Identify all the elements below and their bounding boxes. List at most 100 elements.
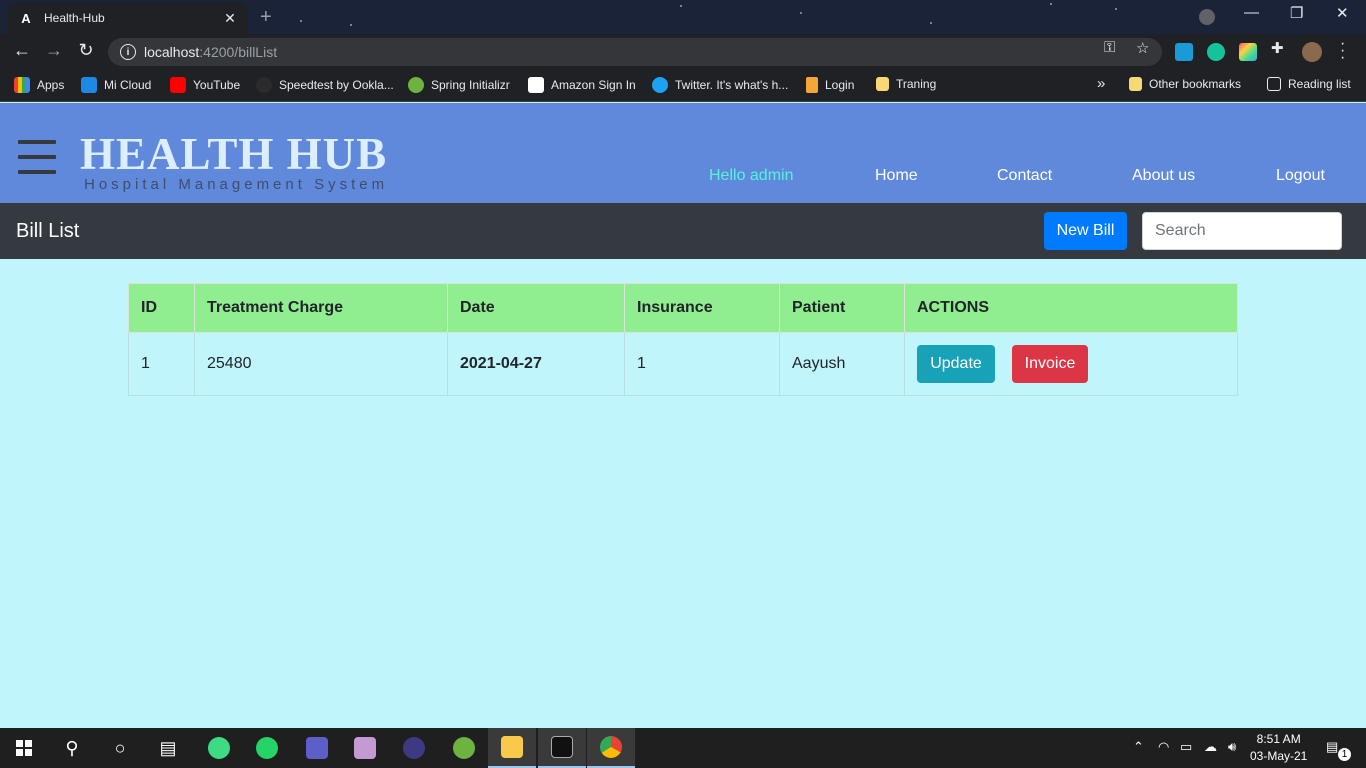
bookmark-youtube[interactable]: YouTube <box>170 77 240 93</box>
url-path: :4200/billList <box>199 44 278 60</box>
bookmark-spring-initializr[interactable]: Spring Initializr <box>408 77 510 93</box>
chrome-icon[interactable] <box>587 728 635 768</box>
folder-icon <box>1129 77 1142 91</box>
update-button[interactable]: Update <box>917 345 995 383</box>
amazon-icon <box>528 77 544 93</box>
forward-icon[interactable]: → <box>42 40 66 61</box>
new-tab-icon[interactable]: + <box>260 6 272 29</box>
greeting-text: Hello admin <box>709 167 794 184</box>
onenote-icon[interactable] <box>341 728 389 768</box>
nav-contact-link[interactable]: Contact <box>997 167 1052 185</box>
wifi-icon[interactable]: ◠ <box>1158 739 1169 755</box>
speedtest-icon <box>256 77 272 93</box>
bookmark-label: Speedtest by Ookla... <box>279 78 394 92</box>
bookmarks-bar: Apps Mi Cloud YouTube Speedtest by Ookla… <box>0 70 1366 102</box>
onedrive-cloud-icon[interactable]: ☁ <box>1204 739 1217 755</box>
bookmark-other-bookmarks[interactable]: Other bookmarks <box>1129 77 1241 91</box>
bookmarks-overflow-button[interactable]: » <box>1097 75 1105 92</box>
new-bill-button[interactable]: New Bill <box>1044 212 1127 250</box>
teams-icon[interactable] <box>293 728 341 768</box>
browser-tab[interactable]: A Health-Hub ✕ <box>8 2 248 34</box>
key-icon[interactable]: ⚿ <box>1104 39 1115 56</box>
color-picker-extension-icon[interactable] <box>1239 43 1257 61</box>
angular-favicon-icon: A <box>21 10 31 26</box>
bookmark-twitter[interactable]: Twitter. It's what's h... <box>652 77 788 93</box>
avatar[interactable] <box>1302 42 1322 62</box>
app-header: HEALTH HUB Hospital Management System He… <box>0 103 1366 203</box>
notification-count-badge: 1 <box>1338 748 1351 761</box>
close-tab-icon[interactable]: ✕ <box>222 10 238 27</box>
notifications-icon[interactable]: ▤ <box>1326 739 1338 755</box>
address-bar[interactable]: i localhost:4200/billList <box>108 38 1162 66</box>
url-host: localhost <box>144 44 200 60</box>
bookmark-apps[interactable]: Apps <box>14 77 64 93</box>
mi-cloud-icon <box>81 77 97 93</box>
column-header-actions: ACTIONS <box>904 283 1238 333</box>
restore-icon[interactable]: ❐ <box>1290 4 1303 22</box>
clock-time: 8:51 AM <box>1256 732 1301 746</box>
bookmark-label: YouTube <box>193 78 241 92</box>
eclipse-icon[interactable] <box>390 728 438 768</box>
extensions-puzzle-icon[interactable]: ✚ <box>1271 39 1284 57</box>
close-window-icon[interactable]: ✕ <box>1336 4 1349 22</box>
windows-start-icon[interactable] <box>0 728 48 768</box>
spring-tools-icon[interactable] <box>440 728 488 768</box>
task-view-icon[interactable]: ▤ <box>144 728 192 768</box>
column-header-date: Date <box>447 283 625 333</box>
cell-treatment-charge: 25480 <box>194 332 448 396</box>
bookmark-label: Twitter. It's what's h... <box>675 78 789 92</box>
tab-title: Health-Hub <box>44 11 105 25</box>
system-clock[interactable]: 8:51 AM 03-May-21 <box>1250 731 1307 765</box>
reading-list-button[interactable]: Reading list <box>1267 77 1351 91</box>
login-icon <box>806 77 818 93</box>
bookmark-label: Other bookmarks <box>1149 77 1242 91</box>
cell-actions: Update Invoice <box>904 332 1238 396</box>
brand-subtitle: Hospital Management System <box>84 176 389 193</box>
profile-dropdown-icon[interactable] <box>1199 9 1215 25</box>
volume-icon[interactable]: 🔊︎ <box>1228 739 1236 755</box>
bookmark-star-icon[interactable]: ☆ <box>1136 39 1149 57</box>
file-explorer-icon[interactable] <box>488 728 536 768</box>
nav-logout-link[interactable]: Logout <box>1276 167 1325 185</box>
brand-logo[interactable]: HEALTH HUB Hospital Management System <box>80 131 388 193</box>
browser-tab-strip: A Health-Hub ✕ + — ❐ ✕ <box>0 0 1366 34</box>
clock-date: 03-May-21 <box>1250 749 1308 763</box>
column-header-treatment-charge: Treatment Charge <box>194 283 448 333</box>
skype-extension-icon[interactable] <box>1175 43 1193 61</box>
more-menu-icon[interactable]: · · · <box>1340 36 1345 66</box>
back-icon[interactable]: ← <box>10 40 34 61</box>
show-hidden-icons-icon[interactable]: ⌃ <box>1133 739 1144 755</box>
column-header-patient: Patient <box>779 283 905 333</box>
bookmark-speedtest[interactable]: Speedtest by Ookla... <box>256 77 394 93</box>
whatsapp-icon[interactable] <box>243 728 291 768</box>
grammarly-extension-icon[interactable] <box>1207 43 1225 61</box>
bookmark-traning[interactable]: Traning <box>876 77 936 91</box>
column-header-insurance: Insurance <box>624 283 780 333</box>
bookmark-label: Apps <box>37 78 65 92</box>
battery-icon[interactable]: ▭ <box>1180 739 1192 755</box>
invoice-button[interactable]: Invoice <box>1012 345 1088 383</box>
page-toolbar: Bill List New Bill <box>0 203 1366 259</box>
search-icon[interactable]: ⚲ <box>48 728 96 768</box>
bookmark-amazon[interactable]: Amazon Sign In <box>528 77 636 93</box>
nav-about-link[interactable]: About us <box>1132 167 1195 185</box>
bookmark-label: Login <box>825 78 855 92</box>
bookmark-label: Mi Cloud <box>104 78 152 92</box>
cell-patient: Aayush <box>779 332 905 396</box>
cortana-icon[interactable]: ○ <box>96 728 144 768</box>
bookmark-label: Traning <box>896 77 937 91</box>
site-info-icon[interactable]: i <box>120 44 136 60</box>
bookmark-mi-cloud[interactable]: Mi Cloud <box>81 77 151 93</box>
android-studio-icon[interactable] <box>195 728 243 768</box>
bill-table: ID Treatment Charge Date Insurance Patie… <box>128 283 1238 396</box>
search-input[interactable] <box>1142 212 1342 250</box>
bookmark-login[interactable]: Login <box>806 77 854 93</box>
reload-icon[interactable]: ↻ <box>74 40 98 61</box>
terminal-icon[interactable] <box>538 728 586 768</box>
hamburger-menu-icon[interactable] <box>18 140 56 185</box>
twitter-icon <box>652 77 668 93</box>
nav-home-link[interactable]: Home <box>875 167 918 185</box>
minimize-icon[interactable]: — <box>1244 4 1259 21</box>
cell-insurance: 1 <box>624 332 780 396</box>
spring-icon <box>408 77 424 93</box>
